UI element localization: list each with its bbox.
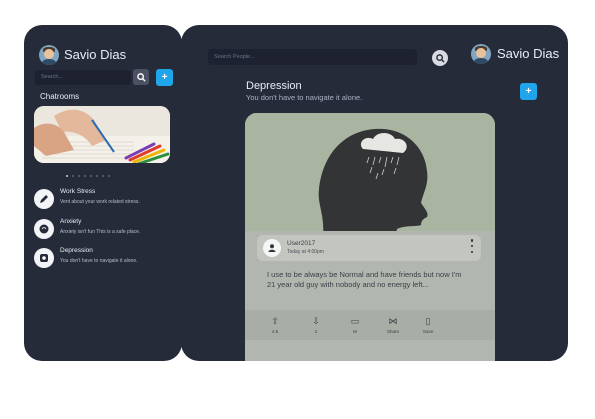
chatroom-search-input[interactable]: Search... <box>35 70 131 85</box>
chatroom-title: Anxiety <box>60 218 82 225</box>
more-options-icon[interactable] <box>469 239 475 253</box>
comment-count: M <box>353 329 357 334</box>
chatroom-subtitle: Vent about your work related stress. <box>60 199 140 205</box>
carousel-dots[interactable] <box>66 175 110 177</box>
downvote-count: 2 <box>314 329 318 334</box>
user-name: Savio Dias <box>497 46 560 61</box>
save-button[interactable]: ▯ Save <box>416 316 440 334</box>
chatroom-subtitle: You don't have to navigate it alone. <box>60 258 138 264</box>
chatroom-item-anxiety[interactable]: Anxiety Anxiety isn't fun This is a safe… <box>34 218 174 240</box>
user-icon <box>263 239 281 257</box>
new-post-button[interactable]: + <box>520 83 537 100</box>
share-icon: ⋈ <box>388 316 398 326</box>
upvote-count: 4.5 <box>271 329 279 334</box>
save-label: Save <box>422 329 434 334</box>
post-header <box>257 235 481 261</box>
people-search-input[interactable]: Search People... <box>208 49 417 65</box>
user-avatar[interactable] <box>471 44 491 64</box>
chatroom-subtitle: Anxiety isn't fun This is a safe place. <box>60 229 141 235</box>
upvote-button[interactable]: ⇧ 4.5 <box>263 316 287 334</box>
carousel-image[interactable] <box>34 106 170 163</box>
post-text: I use to be always be Normal and have fr… <box>267 270 462 289</box>
channel-title: Depression <box>246 80 302 92</box>
post-image <box>245 113 495 239</box>
comment-icon: ▭ <box>350 316 360 326</box>
comment-button[interactable]: ▭ M <box>343 316 367 334</box>
chatroom-title: Work Stress <box>60 188 96 195</box>
search-icon <box>136 72 146 82</box>
post-username[interactable]: User2017 <box>287 240 315 247</box>
user-avatar[interactable] <box>39 45 59 65</box>
share-label: Share <box>386 329 399 334</box>
pencil-icon <box>34 189 54 209</box>
arrow-up-icon: ⇧ <box>271 316 279 326</box>
depression-icon <box>34 248 54 268</box>
anxiety-icon <box>34 219 54 239</box>
chatrooms-heading: Chatrooms <box>40 92 80 101</box>
add-chatroom-button[interactable]: + <box>156 69 173 86</box>
channel-subtitle: You don't have to navigate it alone. <box>246 93 363 102</box>
post-timestamp: Today at 4:00pm <box>287 249 324 255</box>
search-icon <box>435 53 445 63</box>
share-button[interactable]: ⋈ Share <box>381 316 405 334</box>
user-name: Savio Dias <box>64 47 127 62</box>
chatroom-item-depression[interactable]: Depression You don't have to navigate it… <box>34 247 174 269</box>
arrow-down-icon: ⇩ <box>312 316 320 326</box>
downvote-button[interactable]: ⇩ 2 <box>304 316 328 334</box>
people-search-button[interactable] <box>432 50 448 66</box>
search-button[interactable] <box>133 69 149 85</box>
chatroom-title: Depression <box>60 247 93 254</box>
bookmark-icon: ▯ <box>425 316 431 326</box>
chatroom-item-work-stress[interactable]: Work Stress Vent about your work related… <box>34 188 174 210</box>
